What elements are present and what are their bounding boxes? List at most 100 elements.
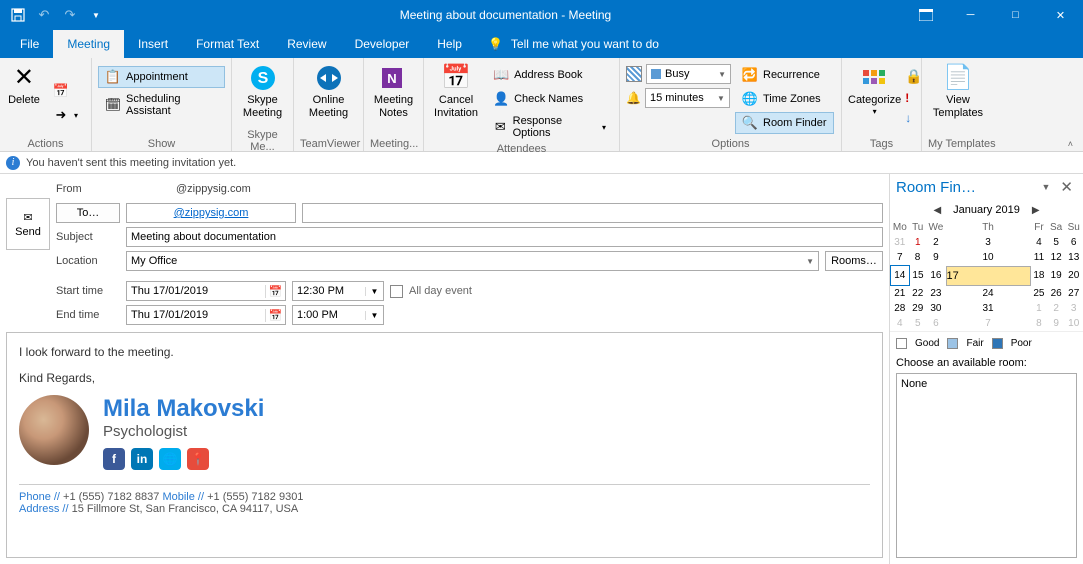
scheduling-assistant-button[interactable]: 🗓 Scheduling Assistant (98, 90, 225, 120)
rooms-button[interactable]: Rooms… (825, 251, 883, 271)
calendar-day[interactable]: 17 (946, 266, 1031, 286)
response-options-button[interactable]: ✉Response Options▾ (486, 112, 613, 142)
room-list-item[interactable]: None (901, 378, 1072, 390)
collapse-ribbon[interactable]: ˄ (1068, 139, 1073, 149)
calendar-day[interactable]: 18 (1031, 266, 1048, 286)
map-icon[interactable]: 📍 (187, 448, 209, 470)
tell-me[interactable]: 💡 Tell me what you want to do (488, 30, 659, 58)
available-rooms-list[interactable]: None (896, 373, 1077, 558)
recurrence-button[interactable]: 🔁Recurrence (735, 64, 834, 86)
calendar-day[interactable]: 9 (926, 250, 945, 266)
tab-developer[interactable]: Developer (341, 30, 424, 58)
calendar-day[interactable]: 31 (891, 235, 910, 250)
reminder-select[interactable]: 15 minutes▼ (645, 88, 730, 108)
view-templates-button[interactable]: 📄 View Templates (928, 62, 988, 128)
calendar-day[interactable]: 30 (926, 301, 945, 316)
calendar-day[interactable]: 26 (1047, 286, 1065, 302)
calendar-day[interactable]: 8 (909, 250, 926, 266)
time-zones-button[interactable]: 🌐Time Zones (735, 88, 834, 110)
appointment-button[interactable]: 📋 Appointment (98, 66, 225, 88)
calendar-day[interactable]: 5 (1047, 235, 1065, 250)
forward-action[interactable]: ➜▾ (46, 104, 85, 126)
tab-format-text[interactable]: Format Text (182, 30, 273, 58)
to-field[interactable]: @zippysig.com (126, 203, 296, 223)
qat-undo[interactable]: ↶ (32, 3, 56, 27)
qat-redo[interactable]: ↷ (58, 3, 82, 27)
pane-options[interactable]: ▼ (1042, 182, 1051, 192)
qat-save[interactable] (6, 3, 30, 27)
minimize-button[interactable]: ─ (948, 0, 993, 30)
ribbon-display-options[interactable] (903, 0, 948, 30)
maximize-button[interactable]: □ (993, 0, 1038, 30)
calendar-action[interactable]: 📅 (46, 80, 85, 102)
next-month-button[interactable]: ▶ (1026, 205, 1046, 216)
calendar-day[interactable]: 24 (946, 286, 1031, 302)
end-date-picker[interactable]: Thu 17/01/2019📅 (126, 305, 286, 325)
calendar-day[interactable]: 21 (891, 286, 910, 302)
tab-file[interactable]: File (6, 30, 53, 58)
calendar-day[interactable]: 3 (946, 235, 1031, 250)
low-importance-button[interactable]: ↓ (905, 111, 922, 125)
calendar-day[interactable]: 9 (1047, 316, 1065, 331)
calendar-day[interactable]: 1 (1031, 301, 1048, 316)
calendar-day[interactable]: 5 (909, 316, 926, 331)
calendar-day[interactable]: 11 (1031, 250, 1048, 266)
calendar-day[interactable]: 23 (926, 286, 945, 302)
room-finder-button[interactable]: 🔍Room Finder (735, 112, 834, 134)
to-button[interactable]: To… (56, 203, 120, 223)
calendar-day[interactable]: 19 (1047, 266, 1065, 286)
calendar-day[interactable]: 4 (891, 316, 910, 331)
show-as-select[interactable]: Busy▼ (646, 64, 731, 84)
calendar-day[interactable]: 1 (909, 235, 926, 250)
calendar-day[interactable]: 8 (1031, 316, 1048, 331)
tab-help[interactable]: Help (423, 30, 476, 58)
private-button[interactable]: 🔒 (905, 68, 922, 85)
check-names-button[interactable]: 👤Check Names (486, 88, 613, 110)
calendar-day[interactable]: 22 (909, 286, 926, 302)
tab-insert[interactable]: Insert (124, 30, 182, 58)
calendar-day[interactable]: 13 (1065, 250, 1083, 266)
calendar-day[interactable]: 31 (946, 301, 1031, 316)
calendar-day[interactable]: 14 (891, 266, 910, 286)
meeting-notes-button[interactable]: N Meeting Notes (370, 62, 417, 128)
start-date-picker[interactable]: Thu 17/01/2019📅 (126, 281, 286, 301)
delete-button[interactable]: ✕ Delete (6, 62, 42, 128)
qat-customize[interactable]: ▼ (84, 3, 108, 27)
location-field[interactable]: My Office▼ (126, 251, 819, 271)
calendar-day[interactable]: 16 (926, 266, 945, 286)
cancel-invitation-button[interactable]: 📅 Cancel Invitation (430, 62, 482, 128)
calendar-day[interactable]: 29 (909, 301, 926, 316)
to-field-extra[interactable] (302, 203, 883, 223)
high-importance-button[interactable]: ! (905, 91, 922, 105)
close-pane-button[interactable]: ✕ (1060, 178, 1073, 196)
prev-month-button[interactable]: ◀ (927, 205, 947, 216)
all-day-checkbox[interactable] (390, 285, 403, 298)
subject-field[interactable]: Meeting about documentation (126, 227, 883, 247)
calendar-day[interactable]: 10 (1065, 316, 1083, 331)
calendar-day[interactable]: 25 (1031, 286, 1048, 302)
calendar-day[interactable]: 6 (1065, 235, 1083, 250)
calendar-day[interactable]: 20 (1065, 266, 1083, 286)
calendar-day[interactable]: 15 (909, 266, 926, 286)
close-button[interactable]: ✕ (1038, 0, 1083, 30)
calendar-day[interactable]: 10 (946, 250, 1031, 266)
online-meeting-button[interactable]: Online Meeting (300, 62, 357, 128)
calendar-day[interactable]: 28 (891, 301, 910, 316)
linkedin-icon[interactable]: in (131, 448, 153, 470)
tab-review[interactable]: Review (273, 30, 340, 58)
calendar-day[interactable]: 7 (946, 316, 1031, 331)
message-body[interactable]: I look forward to the meeting. Kind Rega… (6, 332, 883, 558)
calendar-day[interactable]: 6 (926, 316, 945, 331)
calendar-day[interactable]: 2 (1047, 301, 1065, 316)
calendar-day[interactable]: 2 (926, 235, 945, 250)
facebook-icon[interactable]: f (103, 448, 125, 470)
calendar-day[interactable]: 27 (1065, 286, 1083, 302)
start-time-picker[interactable]: 12:30 PM▼ (292, 281, 384, 301)
tab-meeting[interactable]: Meeting (53, 30, 124, 58)
calendar-day[interactable]: 12 (1047, 250, 1065, 266)
categorize-button[interactable]: Categorize ▾ (848, 62, 901, 128)
calendar-day[interactable]: 4 (1031, 235, 1048, 250)
website-icon[interactable]: 🌐 (159, 448, 181, 470)
skype-meeting-button[interactable]: S Skype Meeting (238, 62, 287, 128)
calendar-day[interactable]: 3 (1065, 301, 1083, 316)
